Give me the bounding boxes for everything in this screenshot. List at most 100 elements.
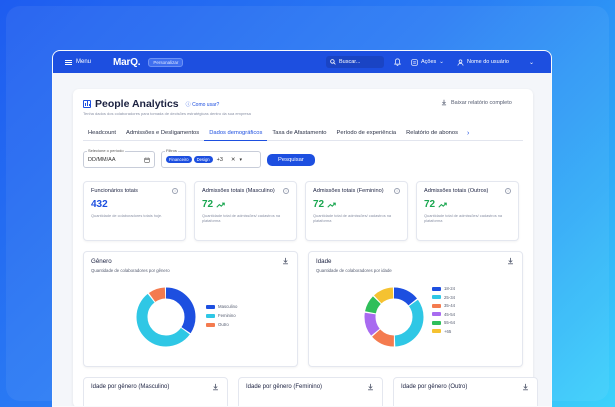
calendar-icon [144,157,150,163]
kpi-row: Funcionários totais i 432 Quantidade de col… [83,181,519,241]
actions-label: Ações [421,59,437,65]
kpi-title: Admissões totais (Feminino) [313,188,384,194]
legend-label: 45-54 [444,311,455,317]
search-icon [330,59,336,65]
kpi-description: Quantidade total de admissões/ cadastros… [424,213,503,223]
chart-subtitle: Quantidade de colaboradores por gênero [91,268,170,273]
filter-chip[interactable]: Design [193,156,213,163]
age-by-gender-card: Idade por gênero (Outro) [393,377,538,406]
download-icon[interactable] [522,383,529,391]
age-by-gender-card: Idade por gênero (Masculino) [83,377,228,406]
logo[interactable]: MarQ. [113,57,141,68]
background: Menu MarQ. Personalizar Buscar... Ações … [0,0,615,407]
kpi-value-row: 432 [91,199,178,210]
tab-probation[interactable]: Período de experiência [332,127,402,141]
download-icon[interactable] [507,257,514,265]
kpi-description: Quantidade de colaboradores totais hoje. [91,213,163,218]
main-panel: People Analytics ⓘ Como usar? Tenha dado… [73,89,538,406]
legend-item[interactable]: Outro [206,322,237,327]
legend-label: +65 [444,328,452,334]
kpi-value-row: 72 [202,199,289,210]
legend-item[interactable]: 35-44 [432,303,455,308]
kpi-description: Quantidade total de admissões/ cadastros… [313,213,392,223]
page-subtitle: Tenha dados dos colaboradores para tomad… [83,111,251,116]
kpi-value: 72 [313,199,325,210]
tab-headcount[interactable]: Headcount [83,127,121,141]
bell-icon [393,58,401,66]
legend-swatch [432,295,441,299]
legend-label: Outro [218,322,229,327]
info-icon[interactable]: i [283,188,289,194]
legend-swatch [432,286,441,291]
legend-swatch [432,312,441,316]
tab-leave-rate[interactable]: Taxa de Afastamento [267,127,331,141]
user-name: Nome do usuário [467,59,509,65]
more-filters-count: +3 [216,156,223,163]
legend-item[interactable]: 18-24 [432,286,455,291]
user-icon [457,59,464,66]
info-icon[interactable]: i [172,188,178,194]
legend-label: Masculino [218,304,238,309]
analytics-icon [83,100,91,108]
legend-label: Feminino [218,313,236,318]
legend-swatch [206,313,215,318]
download-report-button[interactable]: Baixar relatório completo [441,99,512,106]
gender-donut-chart [136,287,196,347]
legend-label: 25-34 [444,294,455,300]
app-window: Menu MarQ. Personalizar Buscar... Ações … [52,50,552,407]
chevron-right-icon[interactable]: › [467,130,469,137]
bottom-cards-row: Idade por gênero (Masculino) Idade por gê… [83,377,538,406]
legend-item[interactable]: 25-34 [432,295,455,300]
top-bar: Menu MarQ. Personalizar Buscar... Ações … [53,51,551,73]
user-menu[interactable]: Nome do usuário [457,56,509,68]
help-icon: ⓘ [185,101,191,108]
search-input[interactable]: Buscar... [326,56,384,68]
tab-allowances[interactable]: Relatório de abonos [401,127,463,141]
legend-item[interactable]: 45-54 [432,312,455,317]
search-button[interactable]: Pesquisar [267,153,315,166]
legend-item[interactable]: Masculino [206,304,237,309]
legend-label: 35-44 [444,303,455,308]
personalize-tag[interactable]: Personalizar [148,57,184,67]
tab-demographics[interactable]: Dados demográficos [204,127,268,141]
user-chevron-icon[interactable]: ⌄ [529,56,534,68]
download-icon[interactable] [212,383,219,391]
info-icon[interactable]: i [505,188,511,194]
age-by-gender-card: Idade por gênero (Feminino) [238,377,383,406]
legend-swatch [432,303,441,308]
download-icon[interactable] [282,257,289,265]
actions-icon [411,58,418,66]
period-field[interactable]: Selecione o período DD/MM/AA [83,148,155,168]
tab-bar: Headcount Admissões e Desligamentos Dado… [83,127,523,141]
chevron-down-icon: ⌄ [439,59,444,65]
legend-item[interactable]: Feminino [206,313,237,318]
kpi-value-row: 72 [424,199,511,210]
how-to-link[interactable]: ⓘ Como usar? [186,101,220,108]
download-icon[interactable] [367,383,374,391]
kpi-value: 432 [91,199,108,210]
download-icon [441,99,447,106]
kpi-title: Admissões totais (Masculino) [202,188,275,194]
menu-label: Menu [76,59,92,65]
kpi-value-row: 72 [313,199,400,210]
charts-row: Gênero Quantidade de colaboradores por g… [83,251,523,367]
notifications-button[interactable] [393,56,401,68]
gender-legend: Masculino Feminino Outro [206,304,237,327]
page-title: People Analytics [95,98,179,110]
kpi-card: Admissões totais (Masculino) i 72 Quantidad… [194,181,297,241]
clear-icon[interactable]: ✕ [231,157,236,163]
menu-button[interactable]: Menu [65,59,91,65]
period-placeholder: DD/MM/AA [88,156,116,163]
filters-field[interactable]: Filtros Financeiro Design +3 ✕ ▾ [161,148,261,168]
filter-chip[interactable]: Financeiro [166,156,192,163]
kpi-value: 72 [202,199,214,210]
chevron-down-icon[interactable]: ▾ [240,157,243,163]
legend-item[interactable]: 55-64 [432,320,455,325]
info-icon[interactable]: i [394,188,400,194]
trend-up-icon [327,202,336,208]
page-header: People Analytics ⓘ Como usar? [83,98,219,110]
legend-item[interactable]: +65 [432,329,455,334]
search-placeholder: Buscar... [339,59,361,65]
actions-menu[interactable]: Ações ⌄ [411,56,444,68]
tab-admissions[interactable]: Admissões e Desligamentos [121,127,204,141]
